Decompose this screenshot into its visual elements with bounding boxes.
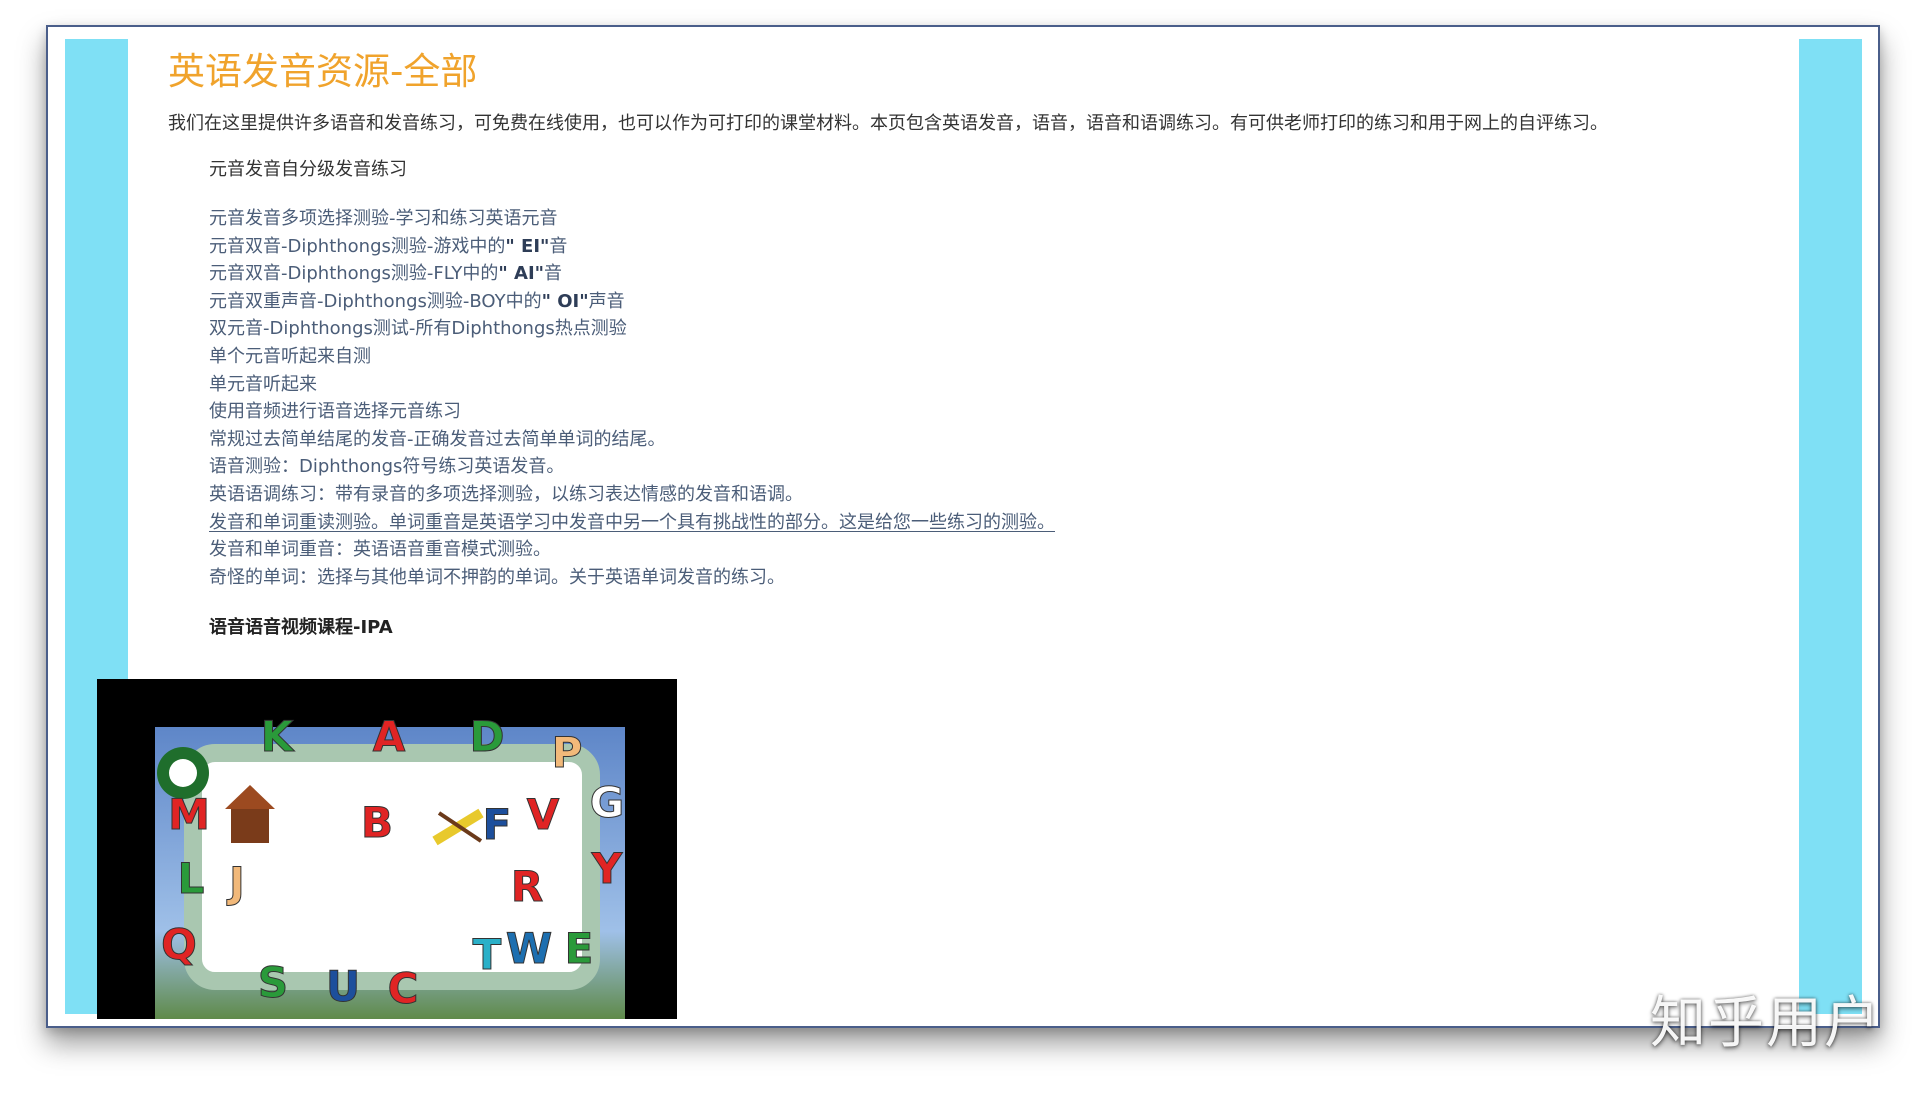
list-item: 元音双重声音-Diphthongs测验-BOY中的" OI"声音 <box>209 288 1778 316</box>
list-item: 单个元音听起来自测 <box>209 343 1778 371</box>
exercise-link[interactable]: 单个元音听起来自测 <box>209 346 371 367</box>
alphabet-letter: C <box>388 964 419 1013</box>
list-item: 语音测验：Diphthongs符号练习英语发音。 <box>209 453 1778 481</box>
alphabet-letter: F <box>483 800 512 849</box>
exercise-link[interactable]: 元音双音-Diphthongs测验-FLY中的" AI"音 <box>209 263 562 284</box>
list-item: 常规过去简单结尾的发音-正确发音过去简单单词的结尾。 <box>209 426 1778 454</box>
alphabet-letter: M <box>168 790 210 839</box>
exercise-link[interactable]: 常规过去简单结尾的发音-正确发音过去简单单词的结尾。 <box>209 429 666 450</box>
owl-icon-face <box>169 759 197 787</box>
exercise-link[interactable]: 元音双音-Diphthongs测验-游戏中的" EI"音 <box>209 236 567 257</box>
alphabet-letter: P <box>552 728 583 777</box>
intro-paragraph: 我们在这里提供许多语音和发音练习，可免费在线使用，也可以作为可打印的课堂材料。本… <box>168 113 1608 134</box>
exercise-link[interactable]: 双元音-Diphthongs测试-所有Diphthongs热点测验 <box>209 318 627 339</box>
exercise-link[interactable]: 使用音频进行语音选择元音练习 <box>209 401 461 422</box>
exercise-link[interactable]: 语音测验：Diphthongs符号练习英语发音。 <box>209 456 564 477</box>
exercise-link[interactable]: 元音双重声音-Diphthongs测验-BOY中的" OI"声音 <box>209 291 625 312</box>
exercise-link-hovered[interactable]: 发音和单词重读测验。单词重音是英语学习中发音中另一个具有挑战性的部分。这是给您一… <box>209 512 1055 533</box>
video-section-heading: 语音语音视频课程-IPA <box>209 617 393 639</box>
alphabet-letter: L <box>178 854 205 903</box>
screenshot-stage: 英语发音资源-全部 我们在这里提供许多语音和发音练习，可免费在线使用，也可以作为… <box>0 0 1920 1095</box>
alphabet-letter: J <box>226 858 245 907</box>
alphabet-letter: V <box>527 790 560 839</box>
alphabet-letter: U <box>326 962 360 1011</box>
list-item: 双元音-Diphthongs测试-所有Diphthongs热点测验 <box>209 315 1778 343</box>
exercise-link[interactable]: 英语语调练习：带有录音的多项选择测验，以练习表达情感的发音和语调。 <box>209 484 803 505</box>
list-item: 元音双音-Diphthongs测验-FLY中的" AI"音 <box>209 260 1778 288</box>
main-content: 英语发音资源-全部 我们在这里提供许多语音和发音练习，可免费在线使用，也可以作为… <box>168 49 1778 641</box>
list-item: 元音发音多项选择测验-学习和练习英语元音 <box>209 205 1778 233</box>
alphabet-letter: K <box>261 712 295 761</box>
alphabet-letter: E <box>565 924 594 973</box>
page-title: 英语发音资源-全部 <box>168 50 478 93</box>
zhihu-watermark: 知乎用户 <box>1650 991 1882 1056</box>
list-item: 单元音听起来 <box>209 371 1778 399</box>
alphabet-letter: D <box>470 712 505 761</box>
list-item: 元音双音-Diphthongs测验-游戏中的" EI"音 <box>209 233 1778 261</box>
video-thumbnail: K A D P M B F V G L J R Y Q S U C T W E <box>97 679 677 1019</box>
exercise-link-list: 元音发音多项选择测验-学习和练习英语元音 元音双音-Diphthongs测验-游… <box>209 205 1778 591</box>
ipa-video-player[interactable]: K A DP M B FVG LJ RY Q SUC TWE <box>97 679 677 1019</box>
exercise-link[interactable]: 奇怪的单词：选择与其他单词不押韵的单词。关于英语单词发音的练习。 <box>209 567 785 588</box>
house-icon <box>231 807 269 843</box>
alphabet-letter: W <box>506 924 552 973</box>
right-side-bar <box>1799 39 1862 1014</box>
exercise-link[interactable]: 发音和单词重音：英语语音重音模式测验。 <box>209 539 551 560</box>
browser-page-frame: 英语发音资源-全部 我们在这里提供许多语音和发音练习，可免费在线使用，也可以作为… <box>46 25 1880 1028</box>
list-item: 奇怪的单词：选择与其他单词不押韵的单词。关于英语单词发音的练习。 <box>209 564 1778 592</box>
list-item: 发音和单词重音：英语语音重音模式测验。 <box>209 536 1778 564</box>
alphabet-letter: T <box>473 930 502 979</box>
section-heading: 元音发音自分级发音练习 <box>209 159 407 180</box>
exercise-link[interactable]: 单元音听起来 <box>209 374 317 395</box>
alphabet-letter: A <box>373 712 406 761</box>
alphabet-letter: B <box>361 798 393 847</box>
list-item: 发音和单词重读测验。单词重音是英语学习中发音中另一个具有挑战性的部分。这是给您一… <box>209 509 1778 537</box>
alphabet-letter: R <box>511 862 543 911</box>
alphabet-letter: Y <box>591 844 623 893</box>
alphabet-letter: Q <box>161 920 197 969</box>
list-item: 英语语调练习：带有录音的多项选择测验，以练习表达情感的发音和语调。 <box>209 481 1778 509</box>
list-item: 使用音频进行语音选择元音练习 <box>209 398 1778 426</box>
alphabet-letter: S <box>258 958 288 1007</box>
exercise-link[interactable]: 元音发音多项选择测验-学习和练习英语元音 <box>209 208 558 229</box>
alphabet-letter: G <box>590 778 624 827</box>
